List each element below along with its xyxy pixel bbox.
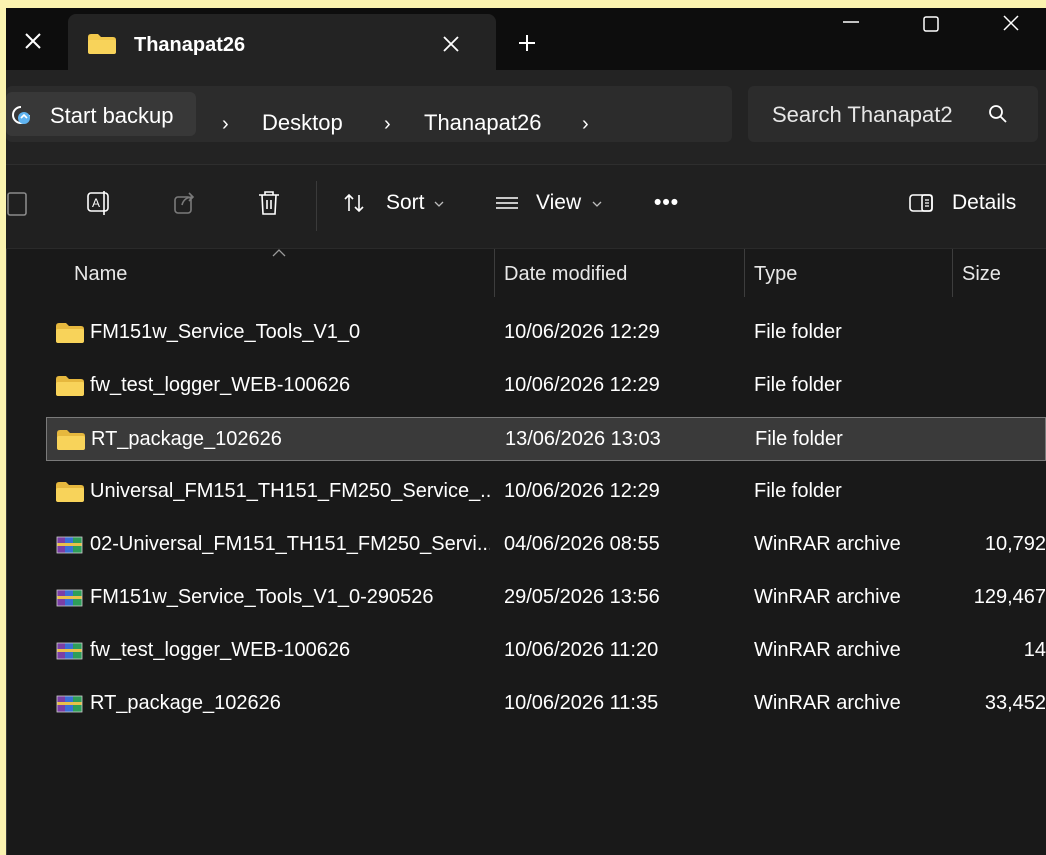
file-name: 02-Universal_FM151_TH151_FM250_Servi... [90,533,490,555]
table-row[interactable]: Universal_FM151_TH151_FM250_Service_... 1… [46,470,1046,514]
winrar-archive-icon [56,589,83,607]
file-name: FM151w_Service_Tools_V1_0 [90,321,361,343]
share-icon[interactable] [172,189,198,217]
sort-ascending-icon [272,249,286,257]
table-row[interactable]: fw_test_logger_WEB-100626 10/06/2026 11:2… [46,629,1046,673]
winrar-archive-icon [56,536,83,554]
maximize-icon[interactable] [916,14,946,38]
table-row[interactable]: fw_test_logger_WEB-100626 10/06/2026 12:2… [46,364,1046,408]
file-size: 14 [1023,639,1046,661]
minimize-icon[interactable] [836,14,866,38]
file-date-modified: 10/06/2026 11:35 [504,692,659,714]
folder-icon [88,34,116,54]
window-close-icon[interactable] [996,14,1026,38]
file-name: FM151w_Service_Tools_V1_0-290526 [90,586,434,608]
search-placeholder: Search Thanapat2 [772,102,953,127]
svg-text:A: A [92,196,100,210]
command-bar: A Sort View ••• Details [6,164,1046,249]
file-type: File folder [754,321,842,343]
table-row[interactable]: RT_package_102626 10/06/2026 11:35 WinRAR … [46,682,1046,726]
file-name: fw_test_logger_WEB-100626 [90,639,351,661]
breadcrumb-desktop[interactable]: Desktop [262,110,343,136]
breadcrumb[interactable]: Start backup › Desktop › Thanapat26 › [6,86,732,142]
view-button[interactable]: View [536,191,581,215]
column-header-name[interactable]: Name [74,263,127,286]
table-row[interactable]: RT_package_102626 13/06/2026 13:03 File fo… [46,417,1046,461]
rename-icon[interactable]: A [86,189,112,217]
more-options-button[interactable]: ••• [654,191,679,215]
backup-icon [12,106,30,124]
file-explorer-window: Thanapat26 Start backup › Desktop › Than… [6,8,1046,855]
view-icon[interactable] [494,189,520,217]
search-icon[interactable] [988,104,1008,124]
file-size: 10,792 [984,533,1046,555]
folder-icon [56,323,84,343]
chevron-right-icon[interactable]: › [222,113,229,136]
column-divider[interactable] [494,249,495,297]
column-header-size[interactable]: Size [962,263,1001,286]
file-date-modified: 10/06/2026 12:29 [504,321,660,343]
tab-thanapat26[interactable]: Thanapat26 [68,14,496,70]
winrar-archive-icon [56,695,83,713]
file-type: WinRAR archive [754,692,901,714]
details-pane-icon[interactable] [908,189,934,217]
start-backup-label: Start backup [50,103,174,128]
file-type: WinRAR archive [754,586,901,608]
file-list: Name Date modified Type Size FM151w_Serv… [6,248,1046,855]
table-row[interactable]: FM151w_Service_Tools_V1_0-290526 29/05/20… [46,576,1046,620]
chevron-down-icon[interactable] [592,201,602,207]
column-header-date[interactable]: Date modified [504,263,627,286]
tab-title: Thanapat26 [134,34,246,56]
close-tab-icon[interactable] [22,30,44,52]
folder-icon [57,430,85,450]
table-row[interactable]: FM151w_Service_Tools_V1_0 10/06/2026 12:2… [46,311,1046,355]
sort-icon[interactable] [342,189,368,217]
file-date-modified: 29/05/2026 13:56 [504,586,660,608]
folder-icon [56,376,84,396]
folder-icon [56,482,84,502]
file-date-modified: 04/06/2026 08:55 [504,533,660,555]
toolbar-divider [316,181,317,231]
details-button[interactable]: Details [952,191,1016,215]
address-bar-row: Start backup › Desktop › Thanapat26 › Se… [6,70,1046,164]
sort-button[interactable]: Sort [386,191,425,215]
column-divider[interactable] [744,249,745,297]
chevron-right-icon[interactable]: › [582,113,589,136]
file-type: WinRAR archive [754,639,901,661]
chevron-down-icon[interactable] [434,201,444,207]
breadcrumb-thanapat26[interactable]: Thanapat26 [424,110,541,136]
file-size: 33,452 [984,692,1046,714]
file-date-modified: 13/06/2026 13:03 [505,428,661,450]
file-name: Universal_FM151_TH151_FM250_Service_... [90,480,490,502]
navigation-pane-edge [6,249,7,855]
file-size: 129,467 [973,586,1046,608]
file-type: File folder [754,480,842,502]
winrar-archive-icon [56,642,83,660]
file-date-modified: 10/06/2026 12:29 [504,480,660,502]
column-header-row: Name Date modified Type Size [6,249,1046,299]
file-date-modified: 10/06/2026 12:29 [504,374,660,396]
file-name: RT_package_102626 [91,428,282,450]
paste-icon[interactable] [6,189,32,217]
table-row[interactable]: 02-Universal_FM151_TH151_FM250_Servi... 0… [46,523,1046,567]
file-name: RT_package_102626 [90,692,281,714]
file-type: WinRAR archive [754,533,901,555]
delete-icon[interactable] [256,189,282,217]
title-bar: Thanapat26 [6,8,1046,70]
file-type: File folder [755,428,843,450]
close-icon[interactable] [442,35,460,53]
search-input[interactable]: Search Thanapat2 [748,86,1038,142]
file-name: fw_test_logger_WEB-100626 [90,374,351,396]
column-header-type[interactable]: Type [754,263,797,286]
new-tab-icon[interactable] [518,34,536,52]
start-backup-button[interactable]: Start backup [6,92,196,136]
file-date-modified: 10/06/2026 11:20 [504,639,659,661]
file-type: File folder [754,374,842,396]
column-divider[interactable] [952,249,953,297]
chevron-right-icon[interactable]: › [384,113,391,136]
